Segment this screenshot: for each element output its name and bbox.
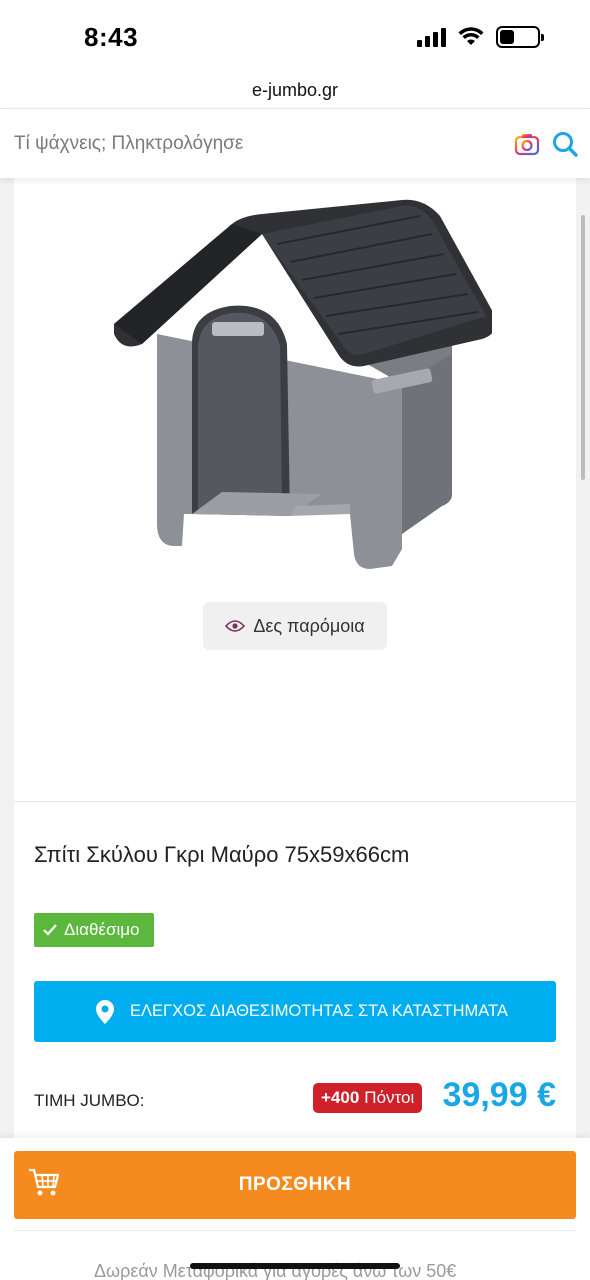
battery-icon <box>496 26 544 48</box>
add-to-cart-button[interactable]: ΠΡΟΣΘΗΚΗ <box>14 1151 576 1219</box>
shipping-info-strip: Δωρεάν Μεταφορικά για αγορές άνω των 50€ <box>14 1230 576 1280</box>
eye-icon <box>225 620 246 632</box>
product-image[interactable] <box>102 194 492 574</box>
product-title: Σπίτι Σκύλου Γκρι Μαύρο 75x59x66cm <box>34 842 410 867</box>
camera-icon[interactable] <box>514 131 540 157</box>
availability-label: Διαθέσιμο <box>64 920 140 939</box>
content-area: Δες παρόμοια Σπίτι Σκύλου Γκρι Μαύρο 75x… <box>0 178 590 1138</box>
product-gallery: Δες παρόμοια <box>14 178 576 802</box>
points-badge: +400 Πόντοι <box>313 1083 423 1113</box>
check-icon <box>43 924 57 936</box>
signal-icon <box>417 27 446 47</box>
search-icon[interactable] <box>551 130 579 158</box>
store-availability-label: ΕΛΕΓΧΟΣ ΔΙΑΘΕΣΙΜΟΤΗΤΑΣ ΣΤΑ ΚΑΤΑΣΤΗΜΑΤΑ <box>130 1002 508 1020</box>
status-bar: 8:43 <box>0 0 590 72</box>
status-icons <box>417 26 544 48</box>
wifi-icon <box>458 27 484 45</box>
status-time: 8:43 <box>84 22 139 52</box>
browser-url[interactable]: e-jumbo.gr <box>0 72 590 108</box>
scrollbar[interactable] <box>581 215 585 480</box>
product-card: Δες παρόμοια Σπίτι Σκύλου Γκρι Μαύρο 75x… <box>14 178 576 1138</box>
add-to-cart-label: ΠΡΟΣΘΗΚΗ <box>238 1174 352 1195</box>
cart-icon <box>29 1168 60 1196</box>
search-bar <box>0 108 590 178</box>
points-unit: Πόντοι <box>364 1088 415 1107</box>
home-indicator[interactable] <box>190 1263 400 1269</box>
price-label: ΤΙΜΗ JUMBO: <box>34 1091 145 1110</box>
points-value: +400 <box>321 1088 360 1107</box>
store-availability-button[interactable]: ΕΛΕΓΧΟΣ ΔΙΑΘΕΣΙΜΟΤΗΤΑΣ ΣΤΑ ΚΑΤΑΣΤΗΜΑΤΑ <box>34 981 556 1042</box>
price-value: 39,99 € <box>442 1076 556 1114</box>
see-similar-button[interactable]: Δες παρόμοια <box>203 602 387 650</box>
location-pin-icon <box>96 1000 114 1024</box>
bottom-cart-bar: ΠΡΟΣΘΗΚΗ Δωρεάν Μεταφορικά για αγορές άν… <box>0 1138 590 1280</box>
availability-badge: Διαθέσιμο <box>34 913 154 947</box>
see-similar-label: Δες παρόμοια <box>253 615 365 636</box>
search-input[interactable] <box>14 129 494 159</box>
